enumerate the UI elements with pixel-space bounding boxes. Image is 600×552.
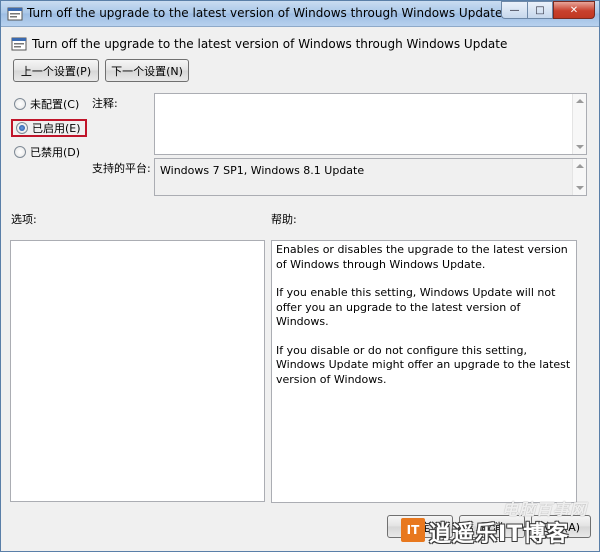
radio-label: 已禁用(D) xyxy=(30,146,81,159)
radio-enabled[interactable]: 已启用(E) xyxy=(11,119,87,137)
supported-platform-field: Windows 7 SP1, Windows 8.1 Update xyxy=(154,158,587,196)
supported-platform-value: Windows 7 SP1, Windows 8.1 Update xyxy=(160,164,365,177)
scroll-up-arrow-icon[interactable] xyxy=(576,99,584,103)
watermark: 电脑百事网 IT 逍遥乐IT博客 xyxy=(401,496,591,548)
comment-textarea[interactable] xyxy=(154,93,587,155)
comment-scrollbar[interactable] xyxy=(572,94,586,154)
help-pane: Enables or disables the upgrade to the l… xyxy=(271,240,577,503)
radio-disabled[interactable]: 已禁用(D) xyxy=(14,144,80,160)
window-controls: — □ ✕ xyxy=(501,1,595,20)
close-button[interactable]: ✕ xyxy=(553,1,595,19)
minimize-button[interactable]: — xyxy=(501,1,527,19)
options-pane xyxy=(10,240,265,502)
help-paragraph: If you enable this setting, Windows Upda… xyxy=(276,286,556,328)
title-bar[interactable]: Turn off the upgrade to the latest versi… xyxy=(1,1,599,27)
radio-button-icon[interactable] xyxy=(14,146,26,158)
policy-settings-icon xyxy=(11,37,27,51)
radio-button-selected-icon[interactable] xyxy=(16,122,28,134)
help-paragraph: Enables or disables the upgrade to the l… xyxy=(276,243,568,271)
watermark-brand-text: 逍遥乐IT博客 xyxy=(429,522,570,547)
policy-title: Turn off the upgrade to the latest versi… xyxy=(32,37,508,51)
scroll-down-arrow-icon[interactable] xyxy=(576,145,584,149)
maximize-button[interactable]: □ xyxy=(527,1,553,19)
options-label: 选项: xyxy=(11,213,37,226)
next-setting-button[interactable]: 下一个设置(N) xyxy=(105,59,189,82)
scroll-up-arrow-icon[interactable] xyxy=(576,164,584,168)
supported-platform-label: 支持的平台: xyxy=(92,162,151,175)
window-title: Turn off the upgrade to the latest versi… xyxy=(27,6,503,20)
radio-button-icon[interactable] xyxy=(14,98,26,110)
watermark-logo-icon: IT xyxy=(401,518,425,542)
platform-scrollbar[interactable] xyxy=(572,159,586,195)
policy-settings-icon xyxy=(7,7,23,21)
radio-label: 未配置(C) xyxy=(30,98,80,111)
help-paragraph: If you disable or do not configure this … xyxy=(276,343,571,386)
policy-dialog: Turn off the upgrade to the latest versi… xyxy=(0,0,600,552)
previous-setting-button[interactable]: 上一个设置(P) xyxy=(13,59,99,82)
help-label: 帮助: xyxy=(271,213,297,226)
comment-label: 注释: xyxy=(92,97,118,110)
radio-label: 已启用(E) xyxy=(32,122,81,135)
radio-not-configured[interactable]: 未配置(C) xyxy=(14,96,79,112)
scroll-down-arrow-icon[interactable] xyxy=(576,186,584,190)
